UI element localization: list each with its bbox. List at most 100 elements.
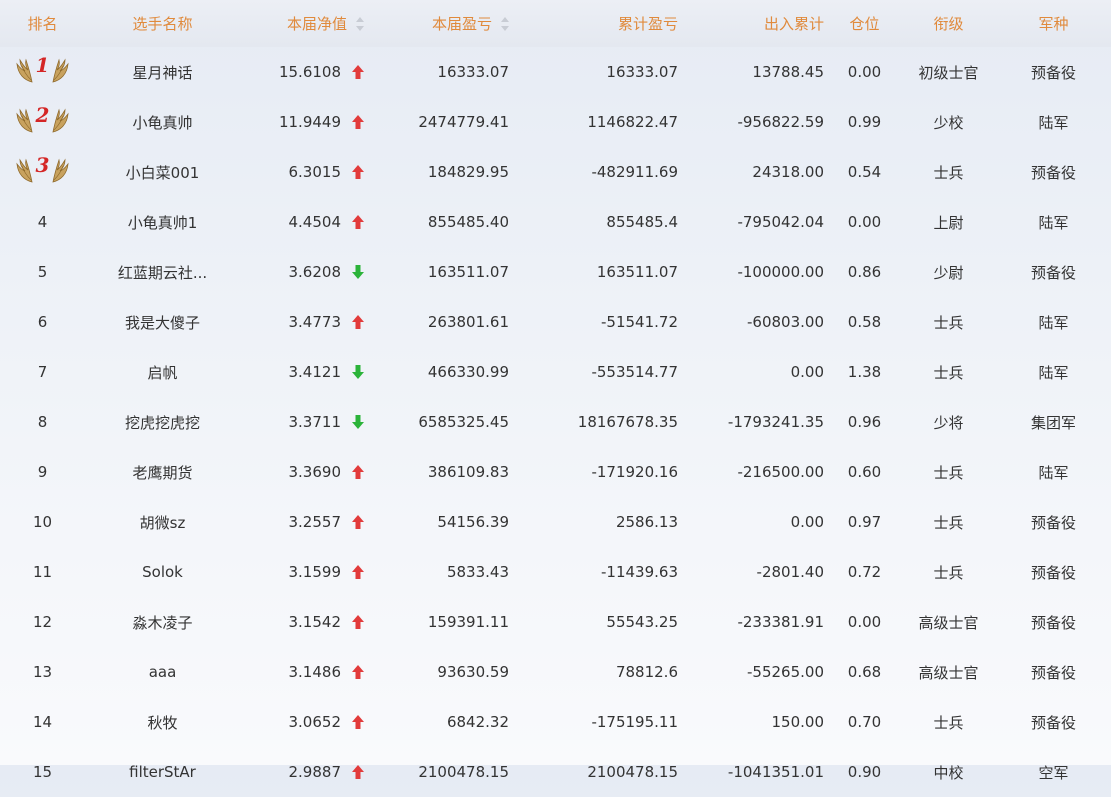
cell-net-value: 3.6208 xyxy=(240,247,385,297)
cell-player-name[interactable]: 挖虎挖虎挖 xyxy=(85,397,240,447)
table-row[interactable]: 4 小龟真帅1 4.4504 855485.40 855485.4 -79504… xyxy=(0,197,1111,247)
cell-cumulative-flow: -1041351.01 xyxy=(727,763,824,781)
rank-number: 7 xyxy=(37,363,48,381)
cell-player-name[interactable]: 秋牧 xyxy=(85,697,240,747)
table-row[interactable]: 2 小龟真帅 11.9449 2474779.41 1146822.47 -95… xyxy=(0,97,1111,147)
cell-player-name[interactable]: 胡微sz xyxy=(85,497,240,547)
cell-net-value: 3.1486 xyxy=(240,647,385,697)
cell-profit-loss: 184829.95 xyxy=(427,163,509,181)
up-arrow-icon xyxy=(352,315,364,329)
table-row[interactable]: 14 秋牧 3.0652 6842.32 -175195.11 150.00 0… xyxy=(0,697,1111,747)
cell-rank-title: 士兵 xyxy=(933,513,964,532)
cell-player-name[interactable]: filterStAr xyxy=(85,747,240,797)
table-row[interactable]: 13 aaa 3.1486 93630.59 78812.6 -55265.00… xyxy=(0,647,1111,697)
cell-player-name[interactable]: 老鹰期货 xyxy=(85,447,240,497)
sort-icon[interactable] xyxy=(500,17,510,31)
cell-position: 0.86 xyxy=(847,263,882,281)
cell-net-value: 2.9887 xyxy=(240,747,385,797)
table-row[interactable]: 11 Solok 3.1599 5833.43 -11439.63 -2801.… xyxy=(0,547,1111,597)
cell-profit-loss: 163511.07 xyxy=(427,263,509,281)
cell-rank: 4 xyxy=(0,197,85,247)
net-value: 6.3015 xyxy=(288,163,342,181)
cell-rank: 8 xyxy=(0,397,85,447)
table-row[interactable]: 15 filterStAr 2.9887 2100478.15 2100478.… xyxy=(0,747,1111,797)
header-cumulative-flow: 出入累计 xyxy=(680,0,828,47)
laurel-wing-icon xyxy=(15,108,33,133)
cell-player-name[interactable]: 淼木凌子 xyxy=(85,597,240,647)
net-value: 3.1486 xyxy=(288,663,342,681)
cell-cumulative-flow: 13788.45 xyxy=(752,63,824,81)
cell-cumulative-profit-loss: -553514.77 xyxy=(591,363,678,381)
cell-player-name[interactable]: 小白菜001 xyxy=(85,147,240,197)
table-row[interactable]: 8 挖虎挖虎挖 3.3711 6585325.45 18167678.35 -1… xyxy=(0,397,1111,447)
cell-branch: 陆军 xyxy=(1038,213,1069,232)
table-row[interactable]: 7 启帆 3.4121 466330.99 -553514.77 0.00 1.… xyxy=(0,347,1111,397)
net-value: 11.9449 xyxy=(278,113,341,131)
rank-number: 10 xyxy=(32,513,53,531)
cell-cumulative-flow: 0.00 xyxy=(790,513,824,531)
cell-position: 0.60 xyxy=(847,463,882,481)
table-row[interactable]: 3 小白菜001 6.3015 184829.95 -482911.69 243… xyxy=(0,147,1111,197)
cell-rank-title: 初级士官 xyxy=(918,63,979,82)
cell-player-name[interactable]: 小龟真帅 xyxy=(85,97,240,147)
cell-player-name[interactable]: aaa xyxy=(85,647,240,697)
cell-branch: 陆军 xyxy=(1038,313,1069,332)
cell-cumulative-profit-loss: -175195.11 xyxy=(591,713,678,731)
cell-cumulative-profit-loss: -482911.69 xyxy=(591,163,678,181)
cell-rank: 13 xyxy=(0,647,85,697)
sort-icon[interactable] xyxy=(355,17,365,31)
table-row[interactable]: 1 星月神话 15.6108 16333.07 16333.07 13788.4… xyxy=(0,47,1111,97)
cell-player-name[interactable]: 启帆 xyxy=(85,347,240,397)
cell-player-name[interactable]: 小龟真帅1 xyxy=(85,197,240,247)
header-profit-loss[interactable]: 本届盈亏 xyxy=(385,0,530,47)
cell-net-value: 11.9449 xyxy=(240,97,385,147)
cell-cumulative-profit-loss: -171920.16 xyxy=(591,463,678,481)
cell-rank: 14 xyxy=(0,697,85,747)
cell-cumulative-profit-loss: -51541.72 xyxy=(601,313,678,331)
up-arrow-icon xyxy=(352,115,364,129)
rank-number: 6 xyxy=(37,313,48,331)
rank-number: 11 xyxy=(32,563,53,581)
cell-profit-loss: 159391.11 xyxy=(427,613,509,631)
cell-cumulative-flow: -956822.59 xyxy=(737,113,824,131)
cell-player-name[interactable]: Solok xyxy=(85,547,240,597)
net-value: 2.9887 xyxy=(288,763,342,781)
cell-branch: 预备役 xyxy=(1030,263,1076,282)
cell-rank-title: 高级士官 xyxy=(918,613,979,632)
cell-player-name[interactable]: 我是大傻子 xyxy=(85,297,240,347)
ranking-table: 排名 选手名称 本届净值 本届盈亏 累计盈亏 出入累计 仓位 衔级 军种 1 星… xyxy=(0,0,1111,797)
cell-branch: 陆军 xyxy=(1038,363,1069,382)
table-row[interactable]: 5 红蓝期云社... 3.6208 163511.07 163511.07 -1… xyxy=(0,247,1111,297)
cell-rank-title: 高级士官 xyxy=(918,663,979,682)
net-value: 3.0652 xyxy=(288,713,342,731)
rank-number: 5 xyxy=(37,263,48,281)
net-value: 3.2557 xyxy=(288,513,342,531)
cell-player-name[interactable]: 红蓝期云社... xyxy=(85,247,240,297)
table-row[interactable]: 10 胡微sz 3.2557 54156.39 2586.13 0.00 0.9… xyxy=(0,497,1111,547)
cell-rank-title: 士兵 xyxy=(933,463,964,482)
up-arrow-icon xyxy=(352,215,364,229)
cell-branch: 预备役 xyxy=(1030,513,1076,532)
up-arrow-icon xyxy=(352,165,364,179)
cell-profit-loss: 263801.61 xyxy=(427,313,509,331)
rank-number: 9 xyxy=(37,463,48,481)
table-row[interactable]: 9 老鹰期货 3.3690 386109.83 -171920.16 -2165… xyxy=(0,447,1111,497)
table-row[interactable]: 6 我是大傻子 3.4773 263801.61 -51541.72 -6080… xyxy=(0,297,1111,347)
cell-branch: 陆军 xyxy=(1038,463,1069,482)
cell-net-value: 4.4504 xyxy=(240,197,385,247)
header-net-value[interactable]: 本届净值 xyxy=(240,0,385,47)
cell-rank-title: 士兵 xyxy=(933,163,964,182)
cell-net-value: 15.6108 xyxy=(240,47,385,97)
net-value: 3.3690 xyxy=(288,463,342,481)
net-value: 3.1542 xyxy=(288,613,342,631)
cell-profit-loss: 6842.32 xyxy=(446,713,509,731)
up-arrow-icon xyxy=(352,465,364,479)
cell-cumulative-profit-loss: 18167678.35 xyxy=(577,413,678,431)
laurel-wing-icon xyxy=(15,158,33,183)
up-arrow-icon xyxy=(352,665,364,679)
table-row[interactable]: 12 淼木凌子 3.1542 159391.11 55543.25 -23338… xyxy=(0,597,1111,647)
cell-player-name[interactable]: 星月神话 xyxy=(85,47,240,97)
cell-rank: 5 xyxy=(0,247,85,297)
cell-branch: 预备役 xyxy=(1030,663,1076,682)
cell-rank: 1 xyxy=(0,47,85,97)
